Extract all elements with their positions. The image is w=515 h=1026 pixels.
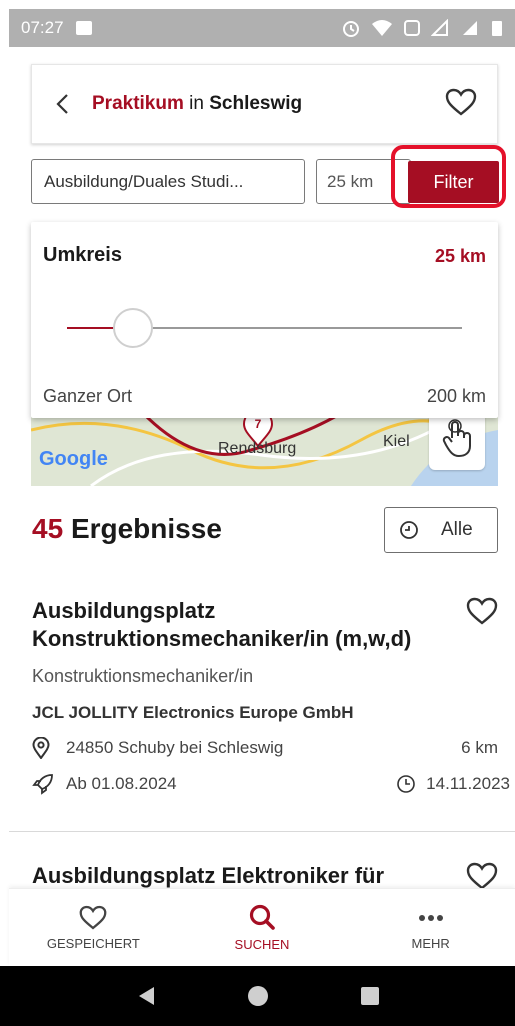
results-label: Ergebnisse [70, 513, 222, 544]
search-title: Praktikum in Schleswig [92, 93, 302, 115]
radius-value: 25 km [434, 246, 486, 266]
heart-icon [466, 862, 498, 890]
nav-more[interactable]: MEHR [346, 889, 515, 966]
radius-slider-thumb[interactable] [113, 308, 154, 348]
divider [9, 831, 515, 832]
job-occupation: Konstruktionsmechaniker/in [32, 666, 254, 686]
system-navigation-bar [0, 966, 515, 1026]
time-filter-button[interactable]: Alle [384, 507, 498, 553]
system-back-icon[interactable] [136, 985, 156, 1007]
hand-touch-icon [442, 419, 471, 458]
job-title[interactable]: Ausbildungsplatz Elektroniker für [32, 862, 452, 890]
system-home-icon[interactable] [247, 985, 269, 1007]
status-time: 07:27 [21, 18, 64, 37]
results-heading: 45 Ergebnisse [32, 513, 222, 545]
nav-search[interactable]: SUCHEN [178, 889, 347, 966]
battery-icon [492, 21, 502, 36]
job-distance: 6 km [461, 738, 498, 757]
wifi-icon [372, 20, 392, 36]
job-title[interactable]: Ausbildungsplatz Konstruktionsmechaniker… [32, 597, 452, 653]
rocket-icon [32, 774, 53, 795]
map-pin-count: 7 [254, 417, 262, 431]
location-pin-icon [32, 737, 50, 759]
training-type-field[interactable]: Ausbildung/Duales Studi... [31, 159, 305, 204]
status-icons [341, 18, 503, 38]
job-start-date: Ab 01.08.2024 [66, 774, 177, 793]
job-location: 24850 Schuby bei Schleswig [66, 738, 284, 757]
search-connector: in [189, 93, 204, 114]
job-card[interactable]: Ausbildungsplatz Konstruktionsmechaniker… [32, 597, 510, 795]
time-filter-label: Alle [441, 519, 473, 540]
bottom-navigation: GESPEICHERT SUCHEN MEHR [9, 888, 515, 966]
image-notification-icon [75, 21, 92, 35]
map-label-city: Kiel [383, 433, 410, 450]
job-posted-date: 14.11.2023 [426, 774, 510, 793]
back-button[interactable] [32, 65, 92, 143]
save-search-button[interactable] [445, 88, 477, 121]
job-location-row: 24850 Schuby bei Schleswig 6 km [32, 737, 510, 759]
system-recents-icon[interactable] [360, 986, 380, 1006]
radius-min-label: Ganzer Ort [43, 386, 133, 406]
search-header[interactable]: Praktikum in Schleswig [31, 64, 498, 144]
more-dots-icon [418, 915, 443, 921]
signal-2-icon [463, 21, 477, 35]
search-icon [249, 904, 275, 930]
job-dates-row: Ab 01.08.2024 14.11.2023 [32, 773, 510, 795]
filter-button[interactable]: Filter [408, 161, 499, 203]
save-job-button[interactable] [466, 597, 498, 630]
nav-saved[interactable]: GESPEICHERT [9, 889, 178, 966]
signal-icon [431, 19, 448, 36]
google-logo: Google [39, 448, 108, 471]
job-company: JCL JOLLITY Electronics Europe GmbH [32, 703, 354, 722]
status-bar: 07:27 [9, 9, 515, 47]
radius-panel: Umkreis 25 km Ganzer Ort 200 km [31, 222, 498, 418]
heart-icon [466, 597, 498, 625]
alarm-icon [343, 21, 359, 37]
nav-search-label: SUCHEN [234, 937, 290, 952]
search-keyword: Praktikum [92, 93, 184, 114]
clock-icon [397, 775, 415, 793]
heart-icon [445, 88, 477, 116]
results-count: 45 [32, 513, 64, 544]
radius-max-label: 200 km [426, 386, 486, 406]
map-label-city: Rendsburg [218, 440, 297, 457]
clock-icon [400, 521, 418, 539]
nav-more-label: MEHR [411, 936, 450, 951]
nav-saved-label: GESPEICHERT [46, 935, 140, 951]
back-arrow-icon [56, 94, 68, 114]
search-location: Schleswig [209, 93, 303, 114]
radius-title: Umkreis [43, 244, 122, 266]
heart-icon [79, 905, 107, 929]
lte-icon [404, 20, 420, 36]
job-card[interactable]: Ausbildungsplatz Elektroniker für [32, 862, 510, 890]
radius-slider-fill [67, 327, 117, 329]
google-wordmark: Google [39, 448, 108, 470]
